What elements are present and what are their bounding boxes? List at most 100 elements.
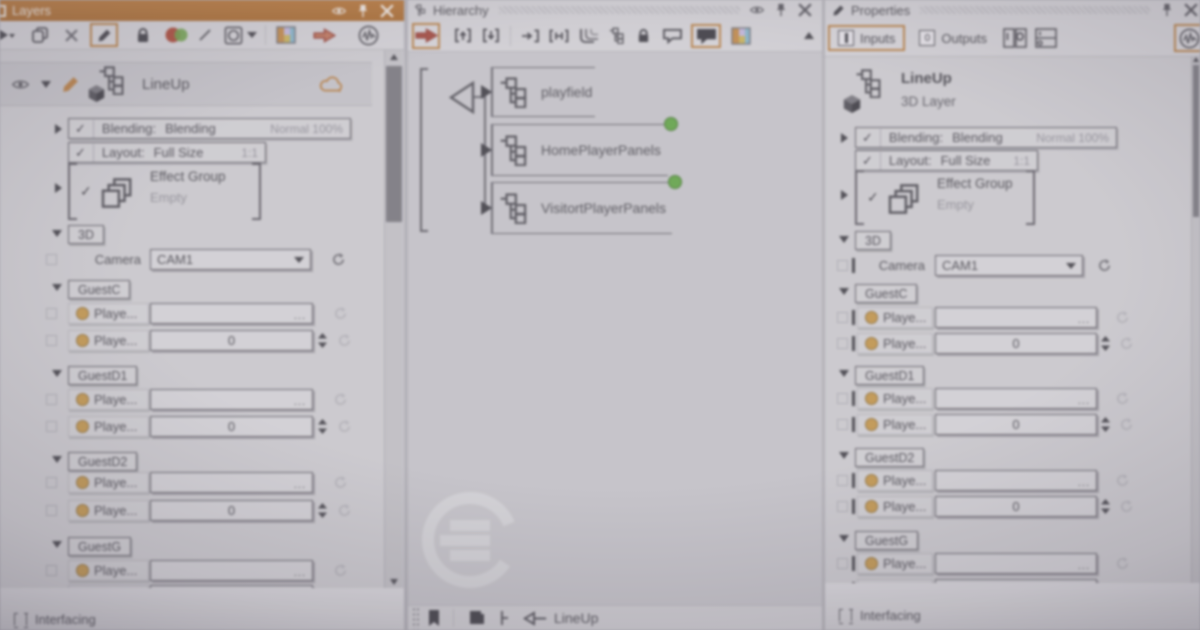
camera-select[interactable]: CAM1	[150, 249, 311, 270]
layers-titlebar[interactable]: Layers	[0, 0, 404, 21]
row-checkbox[interactable]	[46, 335, 57, 346]
close-icon[interactable]	[1184, 3, 1198, 17]
row-checkbox[interactable]	[837, 393, 848, 404]
row-checkbox[interactable]	[46, 505, 57, 516]
stepper-control[interactable]	[318, 503, 327, 518]
player-ref-field[interactable]: ...	[150, 560, 313, 581]
animation-button[interactable]	[1174, 24, 1200, 52]
player-ref-field[interactable]: ...	[150, 303, 313, 324]
row-checkbox[interactable]	[837, 475, 848, 486]
layout-row[interactable]: ✓Layout:Full Size1:1	[855, 150, 1038, 171]
reset-icon[interactable]	[1120, 500, 1133, 513]
expand-icon[interactable]	[41, 81, 51, 88]
properties-titlebar[interactable]: Properties	[825, 0, 1200, 20]
pin-icon[interactable]	[356, 4, 370, 18]
move-down-icon[interactable]	[482, 28, 500, 43]
selection-mode-icon[interactable]	[0, 28, 17, 42]
shape-dropdown-icon[interactable]	[247, 32, 257, 38]
effect-group-block[interactable]: ✓Effect GroupEmpty	[855, 170, 1035, 225]
player-num-field[interactable]: 0	[150, 330, 313, 351]
group-header-guestg[interactable]: GuestG	[68, 537, 131, 556]
show-comments-button[interactable]	[691, 24, 721, 48]
stepper-control[interactable]	[1101, 499, 1110, 514]
row-checkbox[interactable]	[837, 312, 848, 323]
player-ref-field[interactable]: ...	[935, 307, 1097, 328]
tree-node-playfield[interactable]: playfield	[491, 67, 595, 117]
tab-inputs[interactable]: Inputs	[828, 25, 905, 51]
scroll-up-button[interactable]	[385, 50, 403, 63]
reset-icon[interactable]	[1120, 418, 1133, 431]
row-checkbox[interactable]	[46, 308, 57, 319]
row-checkbox[interactable]	[837, 260, 848, 271]
expand-arrow[interactable]	[841, 133, 848, 143]
titlebar-drag-area[interactable]	[920, 6, 1150, 14]
move-up-icon[interactable]	[454, 28, 472, 43]
collapse-root-icon[interactable]	[448, 81, 475, 114]
color-swatch-icon[interactable]	[731, 27, 751, 45]
pin-icon[interactable]	[774, 3, 788, 17]
io-split-icon[interactable]	[1035, 28, 1057, 48]
reset-icon[interactable]	[338, 420, 351, 433]
render-state-icon[interactable]	[163, 27, 189, 43]
row-checkbox[interactable]	[46, 254, 57, 265]
reset-icon[interactable]	[334, 307, 347, 320]
expand-arrow[interactable]	[55, 183, 62, 193]
group-header-guestc[interactable]: GuestC	[855, 284, 917, 303]
eye-icon[interactable]	[332, 4, 346, 18]
group-header-guestd1[interactable]: GuestD1	[68, 366, 137, 385]
player-num-field[interactable]: 0	[935, 414, 1097, 435]
row-checkbox[interactable]	[837, 501, 848, 512]
interfacing-tab[interactable]: Interfacing	[839, 608, 921, 623]
row-checkbox[interactable]	[46, 421, 57, 432]
reset-icon[interactable]	[1116, 557, 1129, 570]
player-num-field[interactable]: 0	[935, 496, 1097, 517]
close-icon[interactable]	[380, 4, 394, 18]
collapse-toolbar-icon[interactable]	[804, 32, 814, 39]
eye-icon[interactable]	[750, 3, 764, 17]
scrollbar-vertical[interactable]	[1191, 57, 1200, 583]
row-checkbox[interactable]	[46, 565, 57, 576]
follow-selection-button[interactable]	[412, 23, 440, 49]
cloud-icon[interactable]	[318, 76, 344, 93]
scroll-thumb[interactable]	[1193, 65, 1199, 217]
collapse-arrow[interactable]	[52, 456, 62, 463]
group-header-guestd1[interactable]: GuestD1	[855, 366, 924, 385]
stepper-control[interactable]	[318, 333, 327, 348]
tree-node-homeplayerpanels[interactable]: HomePlayerPanels	[491, 124, 668, 176]
interfacing-tab[interactable]: Interfacing	[14, 612, 96, 627]
collapse-arrow[interactable]	[839, 535, 849, 542]
collapse-arrow[interactable]	[839, 452, 849, 459]
pages-icon[interactable]	[468, 609, 486, 627]
collapse-arrow[interactable]	[839, 236, 849, 243]
color-swatch-icon[interactable]	[276, 26, 296, 44]
blending-row[interactable]: ✓Blending:BlendingNormal 100%	[68, 118, 351, 139]
row-checkbox[interactable]	[837, 419, 848, 430]
stepper-control[interactable]	[1101, 417, 1110, 432]
tab-outputs[interactable]: 0Outputs	[911, 25, 995, 51]
reset-icon[interactable]	[1120, 337, 1133, 350]
reset-icon[interactable]	[332, 253, 345, 266]
reset-icon[interactable]	[1116, 474, 1129, 487]
browse-ellipsis[interactable]: ...	[1078, 477, 1090, 489]
row-checkbox[interactable]	[837, 338, 848, 349]
animation-icon[interactable]	[358, 25, 379, 46]
stepper-control[interactable]	[1101, 336, 1110, 351]
group-header-guestd2[interactable]: GuestD2	[855, 448, 924, 467]
scroll-thumb[interactable]	[386, 66, 402, 222]
player-num-field[interactable]: 0	[150, 500, 313, 521]
group-header-guestg[interactable]: GuestG	[855, 531, 918, 550]
duplicate-icon[interactable]	[31, 26, 49, 44]
group-icon[interactable]	[579, 28, 599, 44]
wrap-horizontal-icon[interactable]	[549, 29, 569, 43]
subtree-icon[interactable]	[609, 27, 626, 44]
edit-pencil-icon[interactable]	[61, 75, 80, 94]
hierarchy-titlebar[interactable]: Hierarchy	[408, 0, 822, 20]
browse-ellipsis[interactable]: ...	[1078, 560, 1090, 572]
reset-icon[interactable]	[334, 393, 347, 406]
scroll-down-button[interactable]	[385, 575, 403, 588]
collapse-arrow[interactable]	[839, 370, 849, 377]
delete-icon[interactable]	[65, 29, 78, 42]
browse-ellipsis[interactable]: ...	[294, 310, 306, 322]
bookmark-icon[interactable]	[427, 609, 441, 627]
expand-arrow[interactable]	[55, 124, 62, 134]
